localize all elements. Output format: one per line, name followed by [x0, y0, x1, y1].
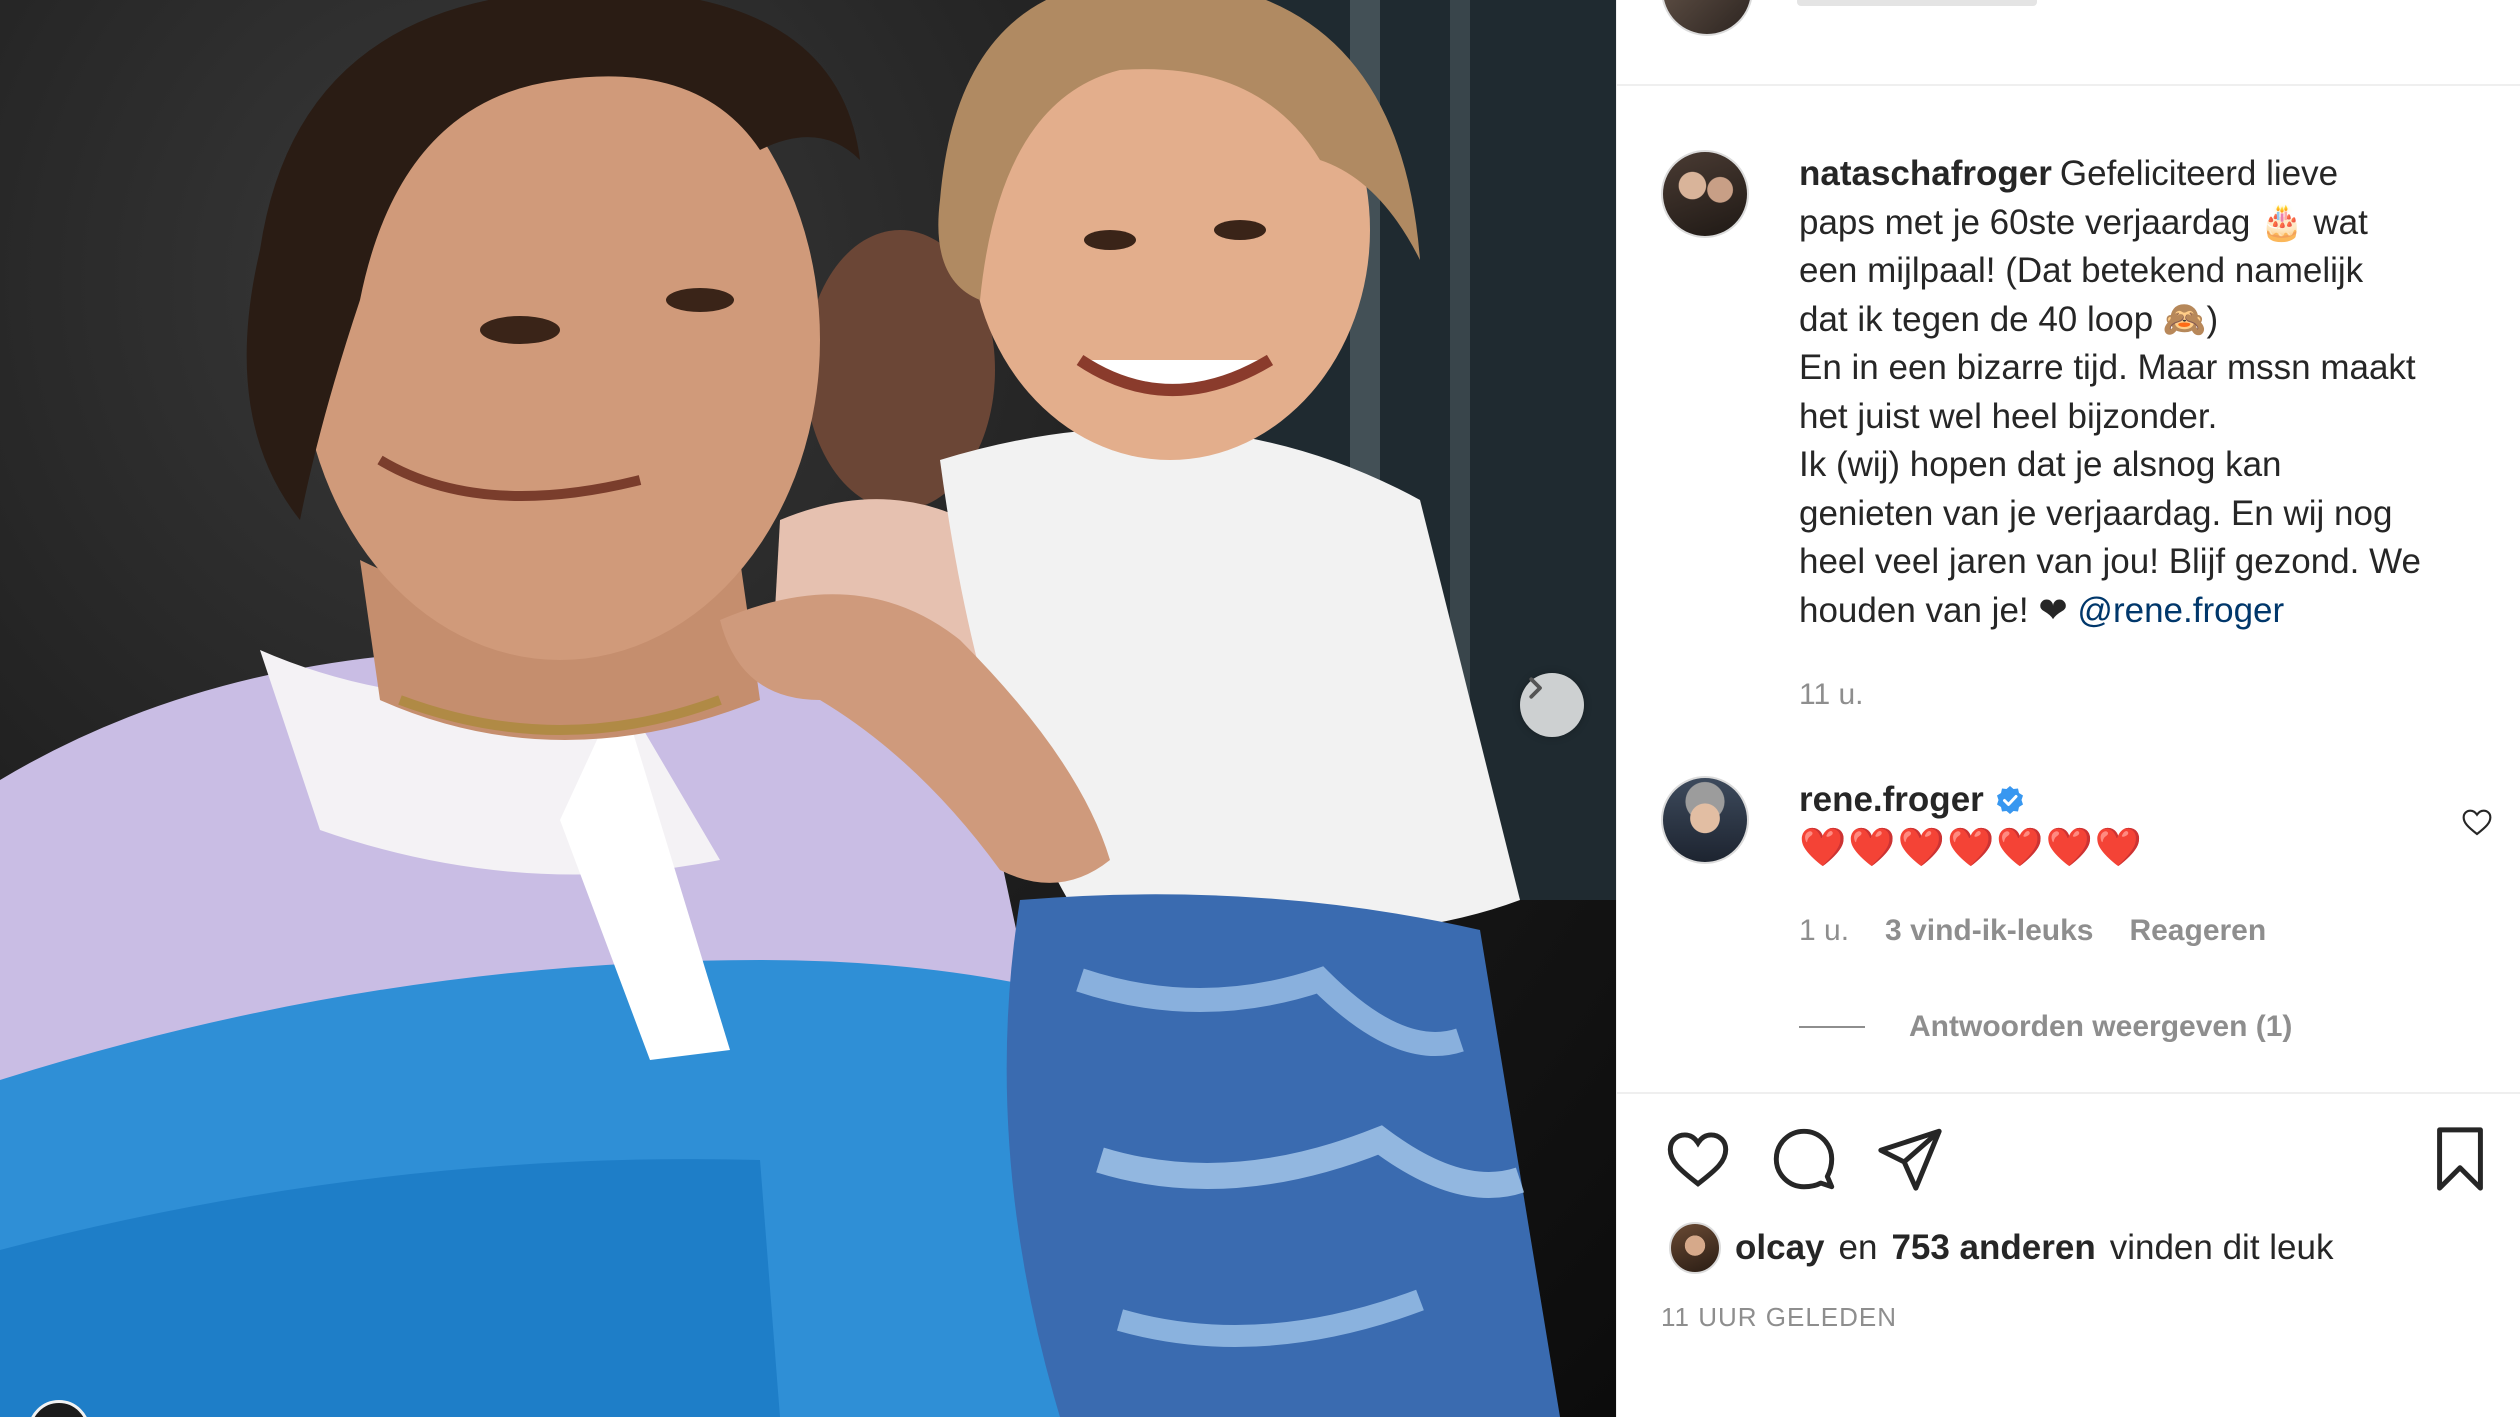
caption-text: houden van je! ❤: [1799, 590, 2068, 630]
comment-likes-count[interactable]: 3 vind-ik-leuks: [1885, 914, 2093, 948]
header-avatar[interactable]: [1661, 0, 1753, 36]
likes-connector: en: [1838, 1228, 1878, 1267]
post-header: [1617, 0, 2520, 86]
liker-avatar[interactable]: [1669, 1222, 1721, 1274]
reply-button[interactable]: Reageren: [2129, 914, 2266, 948]
likes-others-count[interactable]: 753 anderen: [1891, 1228, 2095, 1268]
section-divider: [1617, 1092, 2520, 1094]
replies-divider-line: [1799, 1026, 1865, 1028]
post-caption: nataschafroger Gefeliciteerd lieve paps m…: [1799, 150, 2489, 635]
caption-line: dat ik tegen de 40 loop 🙈): [1799, 299, 2219, 339]
caption-line: het juist wel heel bijzonder.: [1799, 396, 2218, 436]
likes-suffix: vinden dit leuk: [2109, 1228, 2334, 1267]
caption-line: nataschafroger Gefeliciteerd lieve: [1799, 150, 2489, 199]
caption-line: heel veel jaren van jou! Blijf gezond. W…: [1799, 542, 2421, 581]
comment-username[interactable]: rene.froger: [1799, 780, 1984, 820]
caption-line: Ik (wij) hopen dat je alsnog kan: [1799, 445, 2282, 484]
post-side-panel: nataschafroger Gefeliciteerd lieve paps m…: [1616, 0, 2520, 1417]
comment-bubble-icon[interactable]: [1769, 1124, 1839, 1194]
author-username[interactable]: nataschafroger: [1799, 154, 2052, 193]
comment-like-heart-icon[interactable]: [2461, 806, 2493, 838]
post-photo: [0, 0, 1616, 1417]
likes-summary: olcay en 753 anderen vinden dit leuk: [1669, 1222, 2333, 1274]
comment-author: rene.froger: [1799, 780, 2026, 820]
comment-timestamp[interactable]: 1 u.: [1799, 914, 1849, 948]
comment-text: ❤️❤️❤️❤️❤️❤️❤️: [1799, 827, 2145, 869]
comment-meta: 1 u. 3 vind-ik-leuks Reageren: [1799, 914, 2266, 948]
heart-icon[interactable]: [1663, 1124, 1733, 1194]
post-photo-illustration: [0, 0, 1616, 1417]
caption-line: genieten van je verjaardag. En wij nog: [1799, 493, 2393, 533]
commenter-avatar[interactable]: [1661, 776, 1749, 864]
next-photo-button[interactable]: [1520, 673, 1584, 737]
caption-line: houden van je! ❤ @rene.froger: [1799, 587, 2489, 636]
caption-line: een mijlpaal! (Dat betekend namelijk: [1799, 251, 2364, 290]
paper-plane-icon[interactable]: [1875, 1124, 1945, 1194]
view-replies-label: Antwoorden weergeven (1): [1909, 1010, 2293, 1043]
view-replies-button[interactable]: Antwoorden weergeven (1): [1799, 1010, 2292, 1044]
chevron-right-icon: [1529, 677, 1542, 699]
caption-text: Gefeliciteerd lieve: [2059, 154, 2339, 193]
verified-badge-icon: [1996, 786, 2023, 814]
author-avatar[interactable]: [1661, 150, 1749, 238]
header-username[interactable]: [1797, 0, 2037, 6]
caption-timestamp[interactable]: 11 u.: [1799, 678, 1864, 712]
caption-line: En in een bizarre tijd. Maar mssn maakt: [1799, 348, 2416, 387]
liker-username[interactable]: olcay: [1735, 1228, 1825, 1268]
caption-line: paps met je 60ste verjaardag 🎂 wat: [1799, 202, 2368, 242]
mention-link[interactable]: @rene.froger: [2077, 591, 2284, 630]
post-timestamp[interactable]: 11 UUR GELEDEN: [1661, 1302, 1897, 1333]
bookmark-icon[interactable]: [2425, 1124, 2495, 1194]
